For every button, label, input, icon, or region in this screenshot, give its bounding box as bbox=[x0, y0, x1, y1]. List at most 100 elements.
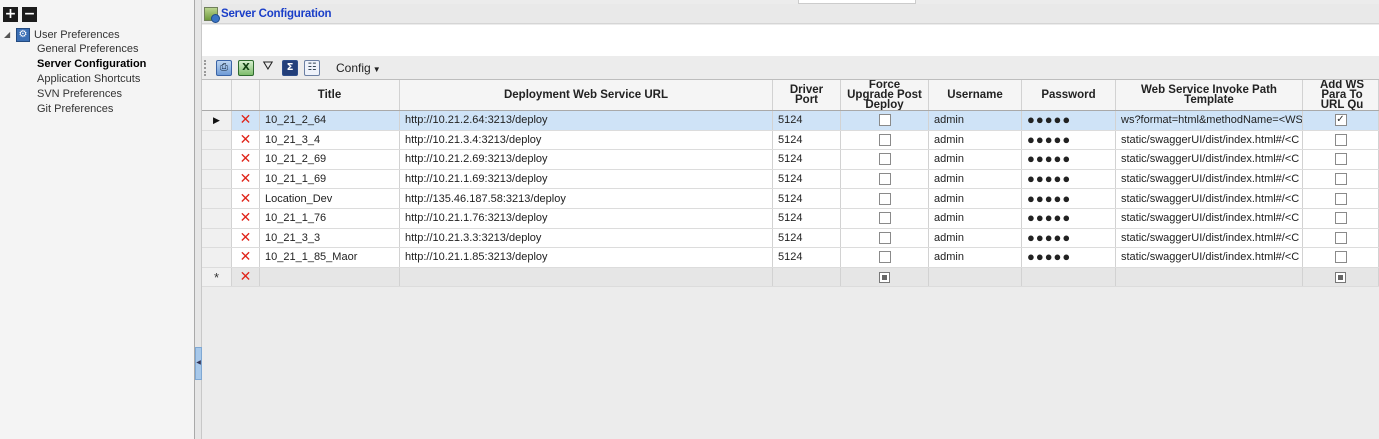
title-cell[interactable]: Location_Dev bbox=[260, 189, 400, 208]
add-ws-params-checkbox[interactable] bbox=[1334, 133, 1347, 146]
column-header-add-ws-params[interactable]: Add WS Para To URL Qu bbox=[1303, 80, 1379, 110]
new-row[interactable]: * ✕ bbox=[202, 267, 1379, 288]
tree-collapse-arrow-icon[interactable]: ◢ bbox=[4, 30, 14, 39]
splitter-collapse-handle[interactable]: ◀ bbox=[195, 347, 202, 380]
table-row[interactable]: ✕ 10_21_2_69 http://10.21.2.69:3213/deploy… bbox=[202, 150, 1379, 170]
row-indicator[interactable] bbox=[202, 130, 232, 150]
column-header-password[interactable]: Password bbox=[1022, 80, 1116, 110]
invoke-path-cell[interactable]: static/swaggerUI/dist/index.html#/<C bbox=[1116, 130, 1303, 150]
port-cell[interactable]: 5124 bbox=[773, 111, 841, 130]
delete-icon[interactable]: ✕ bbox=[240, 151, 252, 167]
add-ws-params-cell[interactable] bbox=[1303, 228, 1379, 248]
column-header-invoke-path[interactable]: Web Service Invoke Path Template bbox=[1116, 80, 1303, 110]
print-preview-icon[interactable]: ⎙ bbox=[216, 60, 232, 76]
password-cell[interactable]: ●●●●● bbox=[1022, 130, 1116, 150]
table-row[interactable]: ▶ ✕ 10_21_2_64 http://10.21.2.64:3213/deplo… bbox=[202, 111, 1379, 131]
invoke-path-cell[interactable]: ws?format=html&methodName=<WS bbox=[1116, 111, 1303, 130]
force-upgrade-checkbox[interactable] bbox=[878, 173, 891, 186]
delete-cell[interactable]: ✕ bbox=[232, 150, 260, 169]
port-cell[interactable]: 5124 bbox=[773, 248, 841, 267]
password-cell[interactable]: ●●●●● bbox=[1022, 150, 1116, 169]
delete-icon[interactable]: ✕ bbox=[240, 132, 252, 148]
row-indicator[interactable] bbox=[202, 169, 232, 189]
port-cell[interactable]: 5124 bbox=[773, 169, 841, 189]
delete-cell[interactable]: ✕ bbox=[232, 130, 260, 150]
title-cell[interactable]: 10_21_1_85_Maor bbox=[260, 248, 400, 267]
delete-cell[interactable]: ✕ bbox=[232, 228, 260, 248]
password-cell[interactable]: ●●●●● bbox=[1022, 169, 1116, 189]
row-indicator[interactable] bbox=[202, 228, 232, 248]
add-ws-params-cell[interactable] bbox=[1303, 169, 1379, 189]
invoke-path-cell[interactable]: static/swaggerUI/dist/index.html#/<C bbox=[1116, 150, 1303, 169]
tree-node-svn-preferences[interactable]: SVN Preferences bbox=[4, 87, 146, 102]
password-cell[interactable]: ●●●●● bbox=[1022, 111, 1116, 130]
username-cell[interactable]: admin bbox=[929, 228, 1022, 248]
port-cell[interactable]: 5124 bbox=[773, 130, 841, 150]
force-upgrade-cell[interactable] bbox=[841, 169, 929, 189]
row-indicator[interactable] bbox=[202, 248, 232, 267]
force-upgrade-cell[interactable] bbox=[841, 130, 929, 150]
column-header-port[interactable]: Driver Port bbox=[773, 80, 841, 110]
add-ws-params-checkbox[interactable] bbox=[1334, 251, 1347, 264]
delete-cell[interactable]: ✕ bbox=[232, 248, 260, 267]
config-dropdown-button[interactable]: Config ▼ bbox=[336, 61, 381, 75]
username-cell[interactable]: admin bbox=[929, 111, 1022, 130]
invoke-path-cell[interactable]: static/swaggerUI/dist/index.html#/<C bbox=[1116, 208, 1303, 228]
delete-cell[interactable]: ✕ bbox=[232, 169, 260, 189]
row-indicator[interactable] bbox=[202, 150, 232, 169]
invoke-path-cell[interactable]: static/swaggerUI/dist/index.html#/<C bbox=[1116, 189, 1303, 208]
column-header-url[interactable]: Deployment Web Service URL bbox=[400, 80, 773, 110]
expand-all-button[interactable]: + bbox=[3, 7, 18, 22]
table-row[interactable]: ✕ 10_21_3_4 http://10.21.3.4:3213/deploy 51… bbox=[202, 130, 1379, 151]
force-upgrade-checkbox[interactable] bbox=[878, 212, 891, 225]
port-cell[interactable]: 5124 bbox=[773, 228, 841, 248]
table-row[interactable]: ✕ 10_21_1_76 http://10.21.1.76:3213/deploy… bbox=[202, 208, 1379, 229]
add-ws-params-cell[interactable] bbox=[1303, 130, 1379, 150]
password-cell[interactable]: ●●●●● bbox=[1022, 208, 1116, 228]
invoke-path-cell[interactable]: static/swaggerUI/dist/index.html#/<C bbox=[1116, 248, 1303, 267]
column-chooser-icon[interactable]: ☷ bbox=[304, 60, 320, 76]
invoke-path-cell[interactable]: static/swaggerUI/dist/index.html#/<C bbox=[1116, 228, 1303, 248]
delete-icon[interactable]: ✕ bbox=[240, 210, 252, 226]
title-cell[interactable]: 10_21_3_4 bbox=[260, 130, 400, 150]
delete-icon[interactable]: ✕ bbox=[240, 191, 252, 207]
add-ws-params-cell[interactable] bbox=[1303, 150, 1379, 169]
delete-cell[interactable]: ✕ bbox=[232, 111, 260, 130]
table-row[interactable]: ✕ 10_21_1_69 http://10.21.1.69:3213/deploy… bbox=[202, 169, 1379, 190]
url-cell[interactable]: http://10.21.2.64:3213/deploy bbox=[400, 111, 773, 130]
new-title-cell[interactable] bbox=[260, 267, 400, 287]
force-upgrade-cell[interactable] bbox=[841, 150, 929, 169]
username-cell[interactable]: admin bbox=[929, 150, 1022, 169]
column-header-username[interactable]: Username bbox=[929, 80, 1022, 110]
filter-icon[interactable]: ⛛ bbox=[260, 60, 276, 76]
title-cell[interactable]: 10_21_2_69 bbox=[260, 150, 400, 169]
summary-sum-icon[interactable]: Σ bbox=[282, 60, 298, 76]
delete-cell[interactable]: ✕ bbox=[232, 208, 260, 228]
new-add-cell[interactable] bbox=[1303, 267, 1379, 287]
row-indicator[interactable] bbox=[202, 189, 232, 208]
url-cell[interactable]: http://10.21.3.4:3213/deploy bbox=[400, 130, 773, 150]
url-cell[interactable]: http://10.21.1.69:3213/deploy bbox=[400, 169, 773, 189]
delete-cell[interactable]: ✕ bbox=[232, 267, 260, 287]
delete-icon[interactable]: ✕ bbox=[240, 249, 252, 265]
tree-node-git-preferences[interactable]: Git Preferences bbox=[4, 102, 146, 117]
force-upgrade-cell[interactable] bbox=[841, 189, 929, 208]
username-cell[interactable]: admin bbox=[929, 248, 1022, 267]
add-ws-params-checkbox[interactable] bbox=[1334, 212, 1347, 225]
new-password-cell[interactable] bbox=[1022, 267, 1116, 287]
url-cell[interactable]: http://10.21.2.69:3213/deploy bbox=[400, 150, 773, 169]
tree-node-general-preferences[interactable]: General Preferences bbox=[4, 42, 146, 57]
add-ws-params-checkbox[interactable] bbox=[1335, 271, 1346, 283]
add-ws-params-cell[interactable] bbox=[1303, 248, 1379, 267]
force-upgrade-cell[interactable] bbox=[841, 208, 929, 228]
collapse-all-button[interactable]: − bbox=[22, 7, 37, 22]
username-cell[interactable]: admin bbox=[929, 169, 1022, 189]
new-path-cell[interactable] bbox=[1116, 267, 1303, 287]
title-cell[interactable]: 10_21_1_76 bbox=[260, 208, 400, 228]
force-upgrade-checkbox[interactable] bbox=[878, 251, 891, 264]
password-cell[interactable]: ●●●●● bbox=[1022, 248, 1116, 267]
url-cell[interactable]: http://10.21.3.3:3213/deploy bbox=[400, 228, 773, 248]
add-ws-params-cell[interactable] bbox=[1303, 208, 1379, 228]
force-upgrade-checkbox[interactable] bbox=[878, 153, 891, 166]
force-upgrade-checkbox[interactable] bbox=[878, 192, 891, 205]
